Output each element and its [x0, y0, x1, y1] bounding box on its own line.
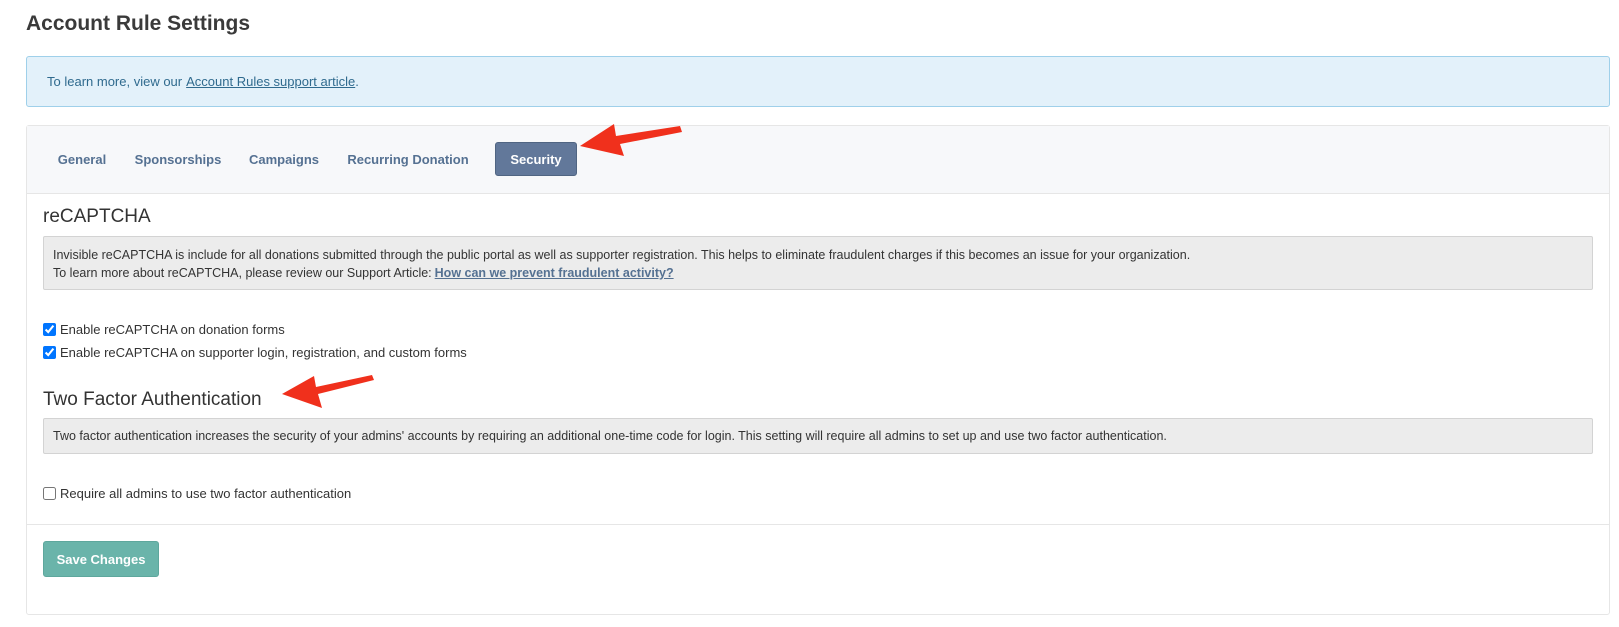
banner-suffix: .	[355, 74, 359, 89]
two-factor-note-text: Two factor authentication increases the …	[53, 429, 1167, 443]
tab-bar: General Sponsorships Campaigns Recurring…	[27, 126, 1609, 194]
recaptcha-heading: reCAPTCHA	[43, 206, 151, 227]
two-factor-label: Require all admins to use two factor aut…	[60, 486, 352, 501]
two-factor-checkbox[interactable]	[43, 487, 56, 500]
account-rules-support-link[interactable]: Account Rules support article	[186, 74, 355, 89]
recaptcha-login-label: Enable reCAPTCHA on supporter login, reg…	[60, 345, 467, 360]
tab-campaigns[interactable]: Campaigns	[241, 142, 327, 176]
fraud-support-link[interactable]: How can we prevent fraudulent activity?	[435, 266, 674, 280]
tab-sponsorships[interactable]: Sponsorships	[127, 142, 229, 176]
recaptcha-note-line2: To learn more about reCAPTCHA, please re…	[53, 264, 1583, 282]
info-banner: To learn more, view our Account Rules su…	[26, 56, 1610, 107]
account-rule-settings-page: Account Rule Settings To learn more, vie…	[0, 0, 1619, 627]
recaptcha-login-option[interactable]: Enable reCAPTCHA on supporter login, reg…	[43, 345, 467, 360]
page-title: Account Rule Settings	[26, 12, 251, 35]
tab-security[interactable]: Security	[495, 142, 577, 176]
footer-divider	[27, 524, 1609, 525]
tab-recurring-donation[interactable]: Recurring Donation	[339, 142, 477, 176]
settings-card: General Sponsorships Campaigns Recurring…	[26, 125, 1610, 615]
recaptcha-note: Invisible reCAPTCHA is include for all d…	[43, 236, 1593, 290]
two-factor-note: Two factor authentication increases the …	[43, 418, 1593, 454]
tab-general[interactable]: General	[49, 142, 115, 176]
recaptcha-donation-option[interactable]: Enable reCAPTCHA on donation forms	[43, 322, 285, 337]
banner-text: To learn more, view our	[47, 74, 183, 89]
save-changes-button[interactable]: Save Changes	[43, 541, 159, 577]
recaptcha-donation-label: Enable reCAPTCHA on donation forms	[60, 322, 285, 337]
recaptcha-note-line1: Invisible reCAPTCHA is include for all d…	[53, 248, 1191, 262]
two-factor-option[interactable]: Require all admins to use two factor aut…	[43, 486, 351, 501]
two-factor-heading: Two Factor Authentication	[43, 389, 262, 410]
recaptcha-login-checkbox[interactable]	[43, 346, 56, 359]
recaptcha-note-line2-text: To learn more about reCAPTCHA, please re…	[53, 266, 432, 280]
recaptcha-donation-checkbox[interactable]	[43, 323, 56, 336]
